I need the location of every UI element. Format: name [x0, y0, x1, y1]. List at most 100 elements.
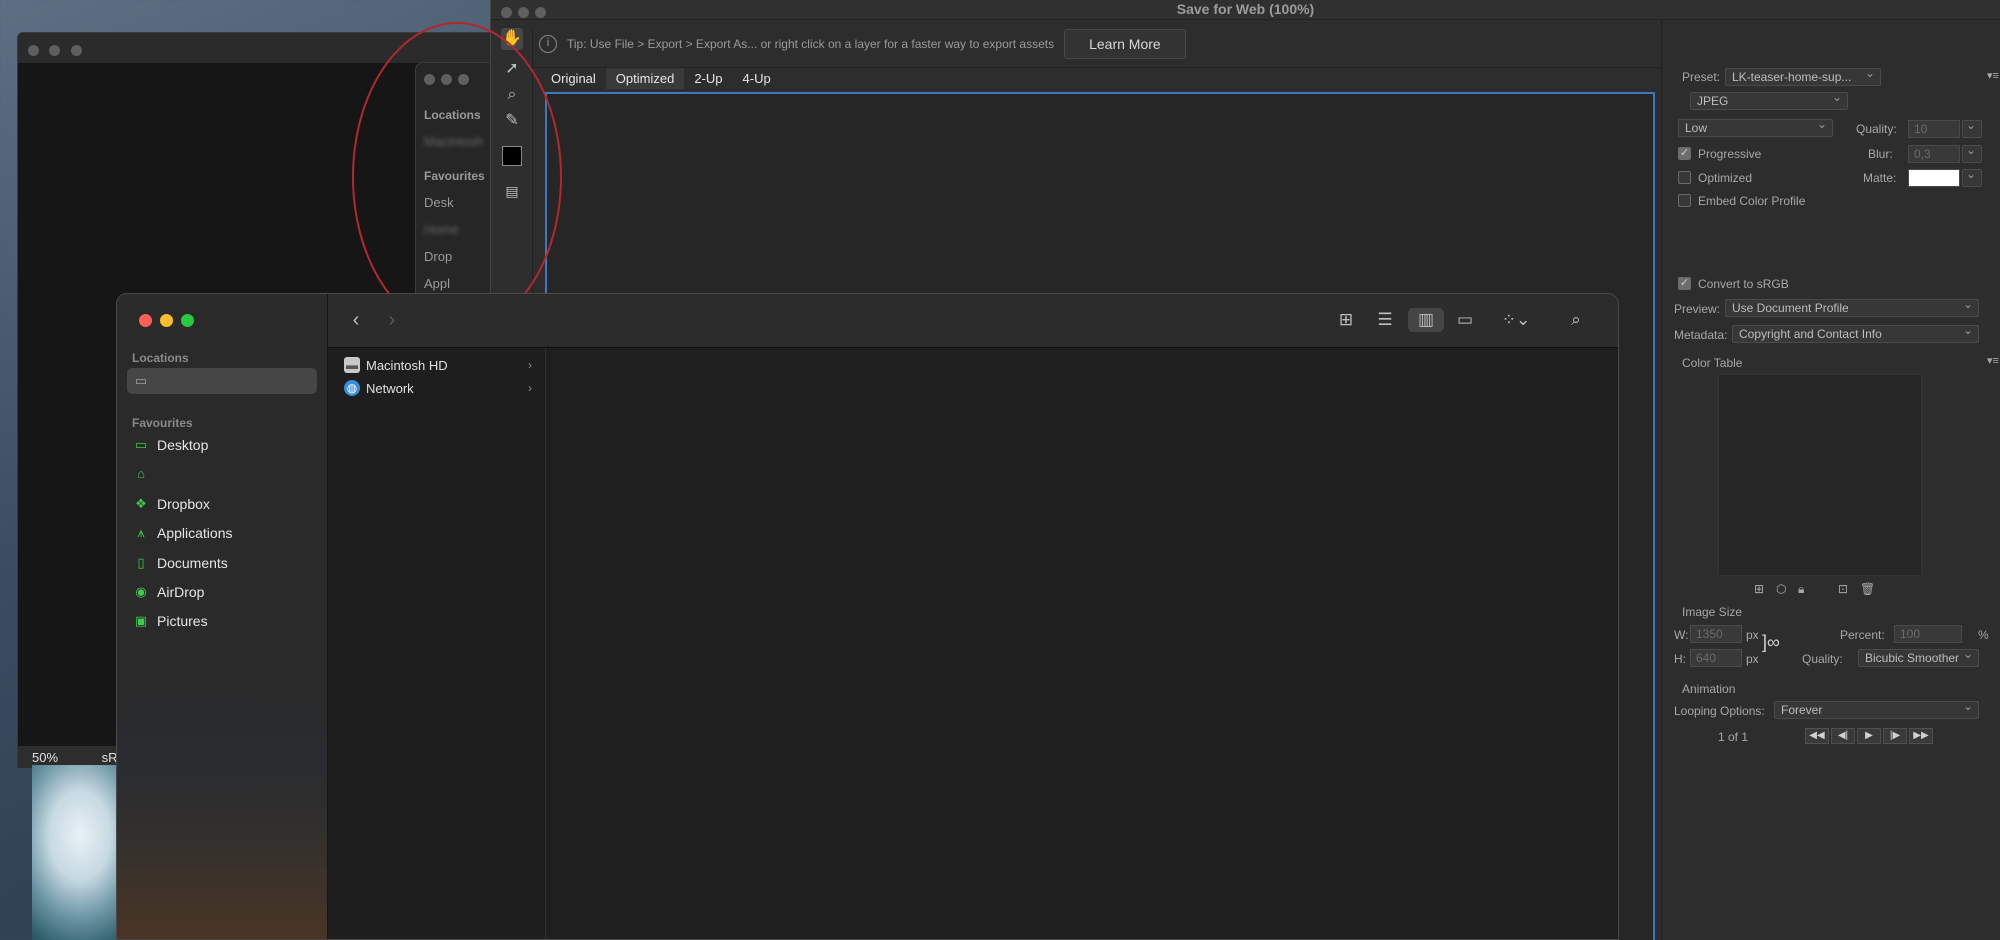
minimize-button[interactable]	[518, 7, 529, 18]
resample-label: Quality:	[1802, 652, 1843, 666]
embed-profile-label: Embed Color Profile	[1698, 194, 1806, 208]
width-unit: px	[1746, 628, 1759, 642]
metadata-select[interactable]: Copyright and Contact Info	[1732, 323, 1979, 343]
width-label: W:	[1674, 628, 1689, 642]
convert-srgb-checkbox[interactable]: ✓	[1678, 277, 1691, 290]
format-select[interactable]: JPEG	[1690, 90, 1848, 110]
home-icon: ⌂	[137, 466, 145, 481]
close-button[interactable]	[501, 7, 512, 18]
preset-select[interactable]: LK-teaser-home-sup...	[1725, 66, 1881, 86]
minimize-button[interactable]	[49, 45, 61, 56]
sidebar-item-home[interactable]: ⌂	[127, 461, 317, 487]
info-icon: i	[539, 34, 557, 53]
favourites-heading: Favourites	[132, 416, 193, 430]
percent-label: Percent:	[1840, 628, 1885, 642]
looping-label: Looping Options:	[1674, 704, 1765, 718]
tab-original[interactable]: Original	[541, 68, 606, 89]
cube-icon[interactable]: ⬡	[1776, 582, 1786, 596]
frame-counter: 1 of 1	[1718, 730, 1749, 744]
minimize-button[interactable]	[160, 314, 173, 327]
close-button[interactable]	[28, 45, 39, 56]
back-button[interactable]: ‹	[346, 308, 366, 332]
pictures-icon: ▣	[134, 613, 148, 628]
optimized-checkbox[interactable]	[1678, 171, 1691, 184]
blur-stepper[interactable]	[1962, 143, 1982, 163]
column-item-macintosh-hd[interactable]: ▬ Macintosh HD ›	[344, 354, 534, 376]
chevron-right-icon: ›	[528, 358, 532, 372]
preview-label: Preview:	[1674, 302, 1721, 316]
sidebar-item-label: Desktop	[157, 437, 209, 453]
sidebar-item-pictures[interactable]: ▣ Pictures	[127, 608, 317, 634]
first-frame-button[interactable]: ◀◀	[1805, 728, 1829, 744]
sidebar-item-laptop[interactable]: ▭	[127, 368, 317, 394]
sidebar-item-label: Documents	[157, 555, 228, 571]
color-table-menu-icon[interactable]: ▾≡	[1987, 354, 1999, 367]
matte-label: Matte:	[1863, 171, 1897, 185]
sidebar-item-desktop[interactable]: ▭ Desktop	[127, 432, 317, 458]
percent-input[interactable]: 100	[1894, 625, 1962, 643]
zoom-button[interactable]	[181, 314, 194, 327]
looping-select[interactable]: Forever	[1774, 699, 1979, 719]
dialog-titlebar: Save for Web (100%)	[491, 0, 2000, 20]
chevron-right-icon: ›	[528, 381, 532, 395]
column-item-label: Macintosh HD	[366, 357, 448, 373]
sidebar-item-dropbox[interactable]: ❖ Dropbox	[127, 491, 317, 517]
resample-select[interactable]: Bicubic Smoother	[1858, 647, 1979, 667]
locations-heading: Locations	[132, 351, 189, 365]
width-input[interactable]: 1350	[1690, 625, 1742, 643]
sidebar-item-label: Applications	[157, 525, 233, 541]
hard-drive-icon: ▬	[344, 357, 360, 373]
matte-color-swatch[interactable]	[1908, 169, 1960, 187]
gallery-view-icon[interactable]: ▭	[1452, 308, 1478, 332]
matte-dropdown[interactable]	[1962, 167, 1982, 187]
sidebar-item-documents[interactable]: ▯ Documents	[127, 550, 317, 576]
tab-optimized[interactable]: Optimized	[605, 68, 685, 89]
tab-2-up[interactable]: 2-Up	[684, 68, 732, 89]
image-size-label: Image Size	[1682, 605, 1743, 619]
embed-profile-checkbox[interactable]	[1678, 194, 1691, 207]
play-button[interactable]: ▶	[1857, 728, 1881, 744]
trash-icon[interactable]: 🗑︎	[1860, 582, 1875, 596]
learn-more-button[interactable]: Learn More	[1064, 28, 1186, 59]
group-by-icon[interactable]: ⁘⌄	[1494, 308, 1538, 332]
lock-icon[interactable]: 🔒︎	[1798, 582, 1804, 597]
next-frame-button[interactable]: |▶	[1883, 728, 1907, 744]
preset-menu-icon[interactable]: ▾≡	[1987, 69, 1999, 82]
zoom-button[interactable]	[70, 45, 82, 56]
column-view-icon[interactable]: ▥	[1408, 308, 1444, 332]
finder-toolbar: ‹ › ⊞ ☰ ▥ ▭ ⁘⌄ ⌕	[328, 294, 1618, 348]
height-unit: px	[1746, 652, 1759, 666]
quality-stepper[interactable]	[1962, 118, 1982, 138]
tab-4-up[interactable]: 4-Up	[733, 68, 781, 89]
blur-input[interactable]: 0,3	[1908, 145, 1960, 163]
progressive-label: Progressive	[1698, 147, 1762, 161]
sidebar-item-airdrop[interactable]: ◉ AirDrop	[127, 579, 317, 605]
constrain-link-icon[interactable]: ]∞	[1762, 632, 1780, 653]
zoom-level[interactable]: 50%	[32, 750, 58, 765]
dropbox-icon: ❖	[135, 496, 147, 511]
last-frame-button[interactable]: ▶▶	[1909, 728, 1933, 744]
forward-button[interactable]: ›	[382, 308, 402, 332]
icon-view-icon[interactable]: ⊞	[1333, 308, 1359, 332]
web-shift-icon[interactable]: ⊞	[1754, 582, 1764, 596]
percent-unit: %	[1978, 628, 1989, 642]
zoom-button[interactable]	[535, 7, 546, 18]
metadata-label: Metadata:	[1674, 328, 1728, 342]
finder-window: Locations ▭ Favourites ▭ Desktop ⌂ ❖ Dro…	[116, 293, 1619, 940]
progressive-checkbox[interactable]: ✓	[1678, 147, 1691, 160]
previous-frame-button[interactable]: ◀|	[1831, 728, 1855, 744]
list-view-icon[interactable]: ☰	[1372, 308, 1398, 332]
sidebar-item-label: Dropbox	[157, 496, 210, 512]
preview-select[interactable]: Use Document Profile	[1725, 297, 1979, 317]
quality-level-select[interactable]: Low	[1678, 117, 1833, 137]
quality-input[interactable]: 10	[1908, 120, 1960, 138]
column-item-label: Network	[366, 380, 414, 396]
finder-content-area[interactable]	[547, 348, 1618, 939]
column-item-network[interactable]: ◍ Network ›	[344, 377, 534, 399]
search-icon[interactable]: ⌕	[1564, 308, 1588, 332]
new-color-icon[interactable]: ⊡	[1838, 582, 1848, 596]
close-button[interactable]	[139, 314, 152, 327]
sidebar-item-applications[interactable]: ⩚ Applications	[127, 520, 317, 546]
color-table[interactable]	[1718, 374, 1922, 576]
height-input[interactable]: 640	[1690, 649, 1742, 667]
